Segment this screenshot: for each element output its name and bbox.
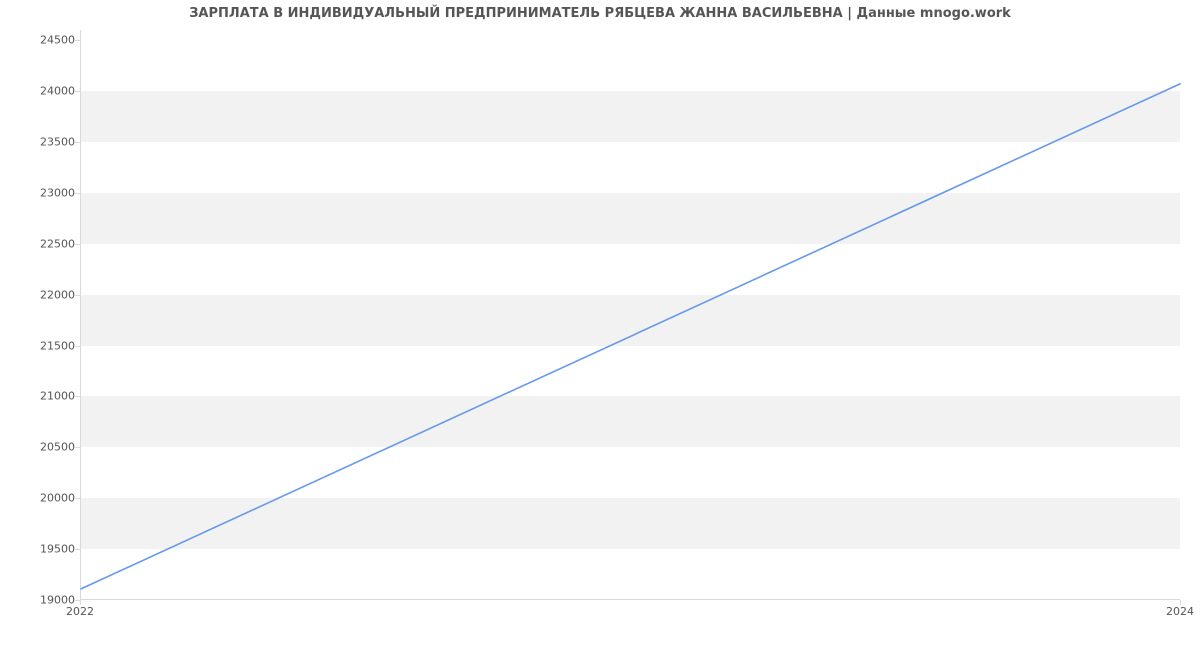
y-tick-mark	[75, 396, 80, 397]
y-tick-mark	[75, 244, 80, 245]
line-layer	[81, 30, 1180, 599]
y-tick-mark	[75, 498, 80, 499]
y-tick-label: 20500	[15, 441, 75, 454]
y-tick-label: 19500	[15, 543, 75, 556]
y-tick-label: 24000	[15, 85, 75, 98]
y-tick-label: 24500	[15, 34, 75, 47]
x-tick-mark	[1180, 600, 1181, 605]
x-tick-mark	[80, 600, 81, 605]
gridline	[81, 600, 1180, 601]
y-tick-mark	[75, 193, 80, 194]
y-tick-mark	[75, 447, 80, 448]
y-tick-mark	[75, 295, 80, 296]
plot-area	[80, 30, 1180, 600]
y-tick-mark	[75, 91, 80, 92]
chart-title: ЗАРПЛАТА В ИНДИВИДУАЛЬНЫЙ ПРЕДПРИНИМАТЕЛ…	[0, 6, 1200, 21]
y-tick-mark	[75, 40, 80, 41]
chart-container: ЗАРПЛАТА В ИНДИВИДУАЛЬНЫЙ ПРЕДПРИНИМАТЕЛ…	[0, 0, 1200, 650]
y-tick-label: 22000	[15, 288, 75, 301]
y-tick-label: 21000	[15, 390, 75, 403]
y-tick-label: 20000	[15, 492, 75, 505]
y-tick-mark	[75, 142, 80, 143]
y-tick-mark	[75, 346, 80, 347]
y-tick-label: 23500	[15, 135, 75, 148]
x-tick-label: 2022	[66, 605, 94, 618]
y-tick-mark	[75, 549, 80, 550]
series-line	[81, 84, 1180, 589]
y-tick-label: 21500	[15, 339, 75, 352]
x-tick-label: 2024	[1166, 605, 1194, 618]
y-tick-label: 23000	[15, 186, 75, 199]
y-tick-label: 22500	[15, 237, 75, 250]
